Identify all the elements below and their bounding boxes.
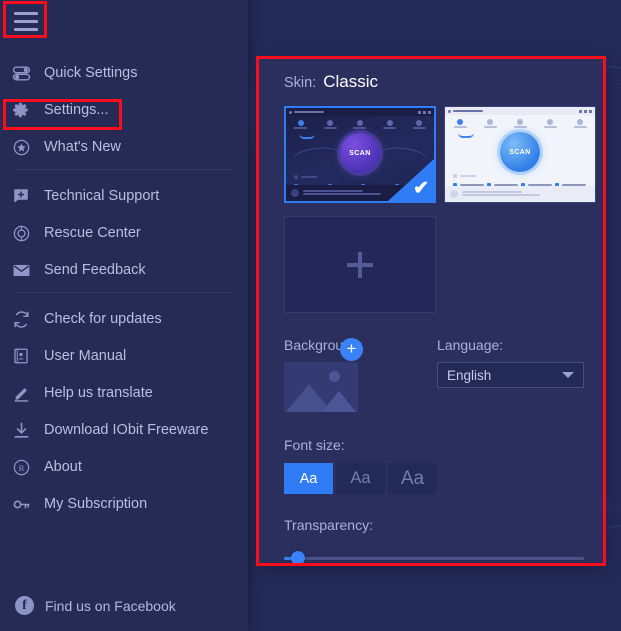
language-value: English (447, 367, 492, 383)
support-chat-icon (10, 185, 32, 207)
sidebar-menu: Quick Settings Settings... What's New Te… (0, 0, 248, 631)
lifebuoy-icon (10, 222, 32, 244)
mock-navbar (445, 115, 595, 132)
sidebar-item-help-us-translate[interactable]: Help us translate (0, 378, 248, 408)
sidebar-divider (16, 169, 232, 170)
font-size-label: Font size: (284, 437, 345, 453)
sidebar-item-rescue-center[interactable]: Rescue Center (0, 218, 248, 248)
add-skin-tile[interactable] (284, 216, 436, 313)
sidebar-item-label: Settings... (44, 101, 109, 118)
transparency-label: Transparency: (284, 517, 373, 533)
skin-thumbnail-dark[interactable]: SCAN ✔ (284, 106, 436, 203)
sidebar-item-my-subscription[interactable]: My Subscription (0, 489, 248, 519)
background-thumbnail[interactable] (284, 362, 358, 412)
sidebar-divider (16, 292, 232, 293)
font-size-setting: Font size: Aa Aa Aa (284, 437, 437, 494)
plus-icon (347, 251, 373, 278)
language-select[interactable]: English (437, 362, 584, 388)
svg-text:R: R (18, 462, 24, 472)
key-icon (10, 493, 32, 515)
sidebar-item-label: Rescue Center (44, 224, 141, 241)
mock-scan-button: SCAN (340, 133, 380, 173)
transparency-setting: Transparency: (284, 517, 584, 565)
sidebar-item-settings[interactable]: Settings... (0, 95, 248, 125)
sidebar-item-technical-support[interactable]: Technical Support (0, 181, 248, 211)
slider-knob[interactable] (291, 551, 305, 565)
sidebar-item-send-feedback[interactable]: Send Feedback (0, 255, 248, 285)
sidebar-item-label: My Subscription (44, 495, 148, 512)
mock-titlebar (445, 107, 595, 115)
sidebar-item-quick-settings[interactable]: Quick Settings (0, 58, 248, 88)
sidebar-menu-list: Quick Settings Settings... What's New Te… (0, 58, 248, 526)
chevron-down-icon (562, 372, 574, 378)
mock-scan-button: SCAN (500, 132, 540, 172)
sidebar-item-label: Quick Settings (44, 64, 138, 81)
slider-track (284, 557, 584, 560)
app-window: SCAN Quick Settings (0, 0, 621, 631)
toggle-sliders-icon (10, 62, 32, 84)
skin-header: Skin: Classic (284, 72, 378, 92)
language-label: Language: (437, 337, 504, 353)
sidebar-item-check-for-updates[interactable]: Check for updates (0, 304, 248, 334)
hamburger-menu-icon[interactable] (8, 6, 44, 36)
manual-book-icon (10, 345, 32, 367)
envelope-icon (10, 259, 32, 281)
font-size-option-medium[interactable]: Aa (336, 463, 385, 494)
pencil-icon (10, 382, 32, 404)
sidebar-item-label: What's New (44, 138, 121, 155)
sidebar-item-label: Check for updates (44, 310, 162, 327)
skin-thumbnail-light[interactable]: SCAN (444, 106, 596, 203)
refresh-icon (10, 308, 32, 330)
skin-label: Skin: (284, 75, 317, 91)
sidebar-item-label: Help us translate (44, 384, 153, 401)
find-us-on-facebook-label: Find us on Facebook (45, 597, 176, 614)
add-background-button[interactable]: + (340, 338, 363, 361)
sidebar-item-label: User Manual (44, 347, 127, 364)
skin-selected-check-icon: ✔ (413, 178, 429, 199)
background-setting: Background: + (284, 337, 363, 412)
mock-navbar (286, 116, 434, 133)
sidebar-item-whats-new[interactable]: What's New (0, 132, 248, 162)
facebook-icon: f (15, 596, 34, 615)
find-us-on-facebook-link[interactable]: f Find us on Facebook (10, 596, 176, 615)
gear-icon (10, 99, 32, 121)
sidebar-item-user-manual[interactable]: User Manual (0, 341, 248, 371)
sidebar-item-label: About (44, 458, 82, 475)
font-size-options: Aa Aa Aa (284, 463, 437, 494)
star-circle-icon (10, 136, 32, 158)
registered-icon: R (10, 456, 32, 478)
sidebar-item-label: Technical Support (44, 187, 160, 204)
download-icon (10, 419, 32, 441)
sidebar-item-about[interactable]: R About (0, 452, 248, 482)
sidebar-item-label: Download IObit Freeware (44, 421, 209, 438)
mock-titlebar (286, 108, 434, 116)
sidebar-item-download-iobit-freeware[interactable]: Download IObit Freeware (0, 415, 248, 445)
transparency-slider[interactable] (284, 551, 584, 565)
font-size-option-large[interactable]: Aa (388, 463, 437, 494)
font-size-option-small[interactable]: Aa (284, 463, 333, 494)
language-setting: Language: English (437, 337, 584, 388)
skin-value: Classic (323, 72, 379, 91)
settings-panel: Skin: Classic SCAN ✔ SCAN Background: + … (259, 59, 604, 565)
sidebar-item-label: Send Feedback (44, 261, 146, 278)
